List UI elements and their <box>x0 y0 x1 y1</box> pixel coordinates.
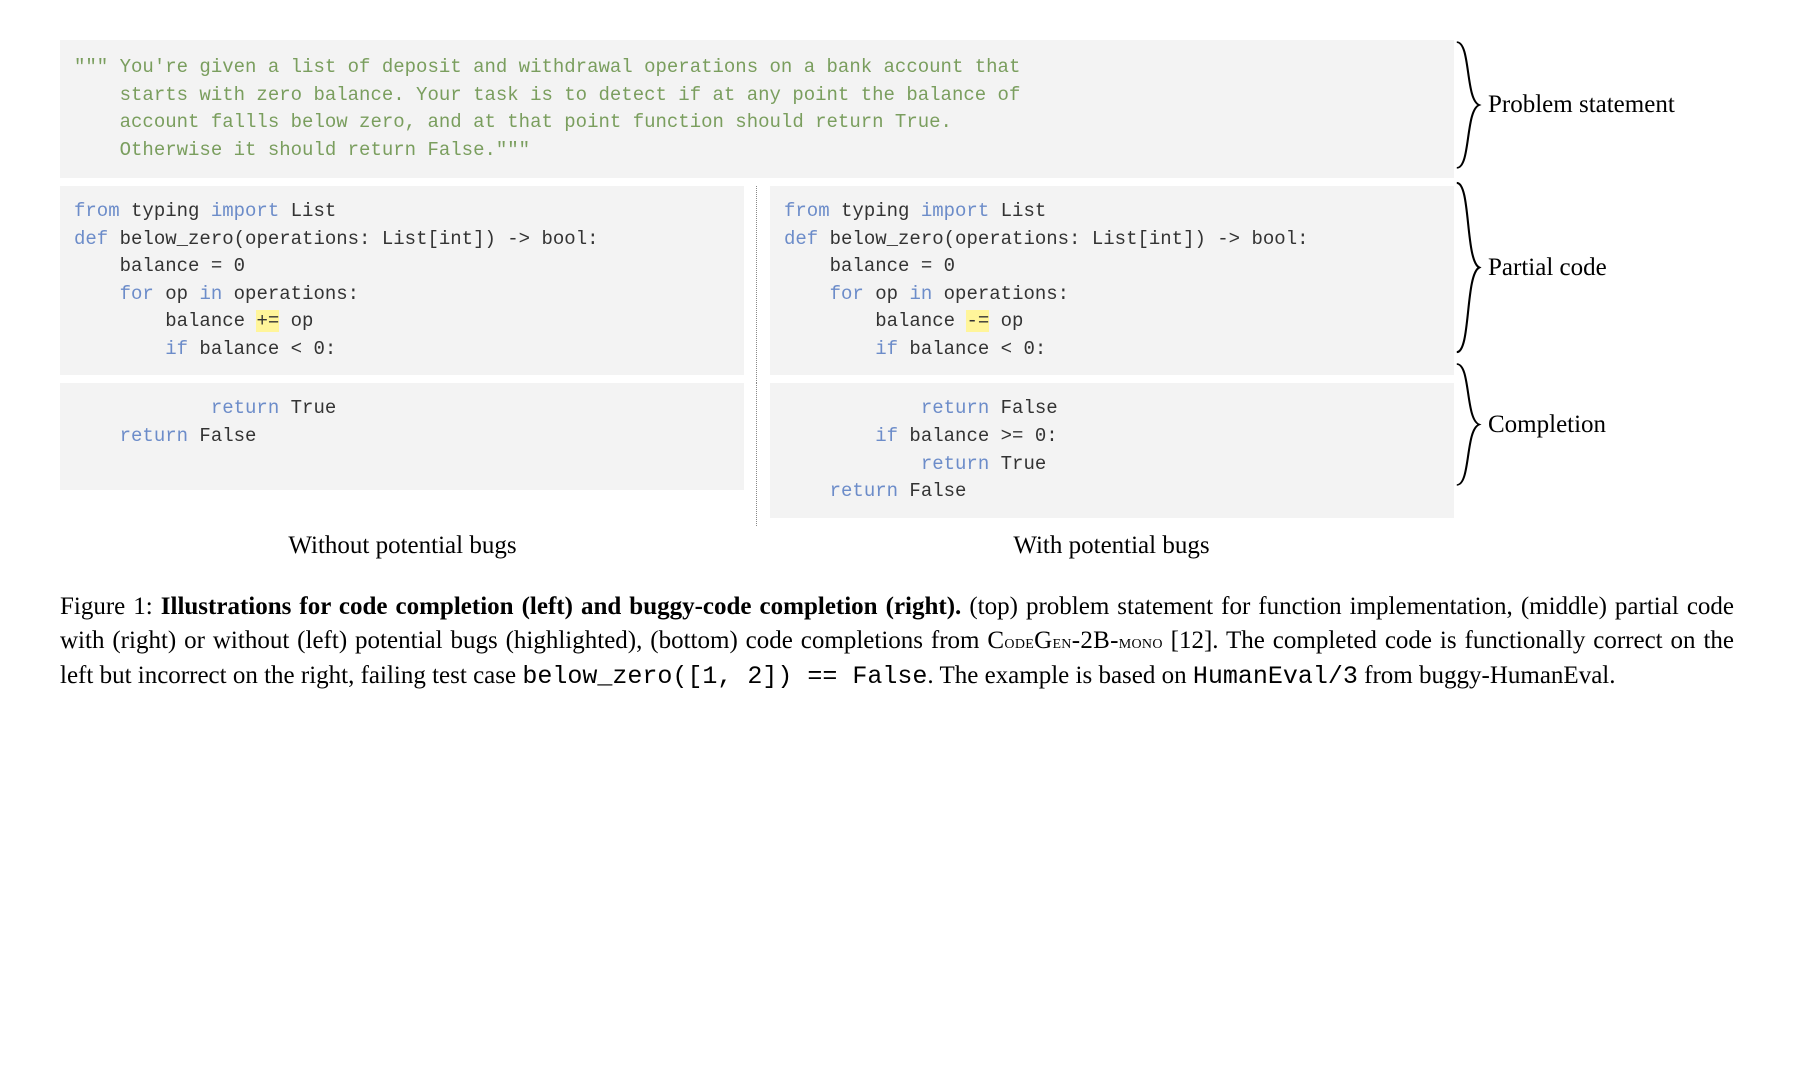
completion-left: return True return False <box>60 383 744 525</box>
right-caption: With potential bugs <box>769 532 1454 560</box>
completion-row: return True return False return False if… <box>60 383 1454 525</box>
code-block: from typing import List def below_zero(o… <box>60 186 744 375</box>
brace-label-completion: Completion <box>1488 411 1606 439</box>
test-case-code: below_zero([1, 2]) == False <box>522 662 927 691</box>
docstring-line: account fallls below zero, and at that p… <box>74 111 952 133</box>
docstring-line: """ You're given a list of deposit and w… <box>74 56 1020 78</box>
vertical-divider <box>756 383 758 525</box>
problem-statement-block: """ You're given a list of deposit and w… <box>60 40 1454 178</box>
brace-label-partial: Partial code <box>1488 254 1607 282</box>
figure-caption: Figure 1: Illustrations for code complet… <box>60 590 1734 695</box>
completion-right: return False if balance >= 0: return Tru… <box>770 383 1454 525</box>
code-block: from typing import List def below_zero(o… <box>770 186 1454 375</box>
brace-label-problem: Problem statement <box>1488 91 1675 119</box>
docstring-line: Otherwise it should return False.""" <box>74 139 530 161</box>
code-block: return False if balance >= 0: return Tru… <box>770 383 1454 517</box>
partial-code-right: from typing import List def below_zero(o… <box>770 186 1454 383</box>
code-area: """ You're given a list of deposit and w… <box>60 40 1734 560</box>
brace-completion: Completion <box>1454 362 1606 487</box>
brace-icon <box>1454 180 1482 355</box>
brace-icon <box>1454 362 1482 487</box>
brace-column: Problem statement Partial code Completio… <box>1454 40 1734 560</box>
brace-partial: Partial code <box>1454 180 1607 355</box>
vertical-divider <box>756 186 758 383</box>
brace-problem: Problem statement <box>1454 40 1675 170</box>
highlight-correct-op: += <box>256 310 279 332</box>
left-caption: Without potential bugs <box>60 532 745 560</box>
code-column: """ You're given a list of deposit and w… <box>60 40 1454 560</box>
partial-code-left: from typing import List def below_zero(o… <box>60 186 744 383</box>
model-name: CodeGen-2B-mono <box>987 627 1162 654</box>
dataset-ref: HumanEval/3 <box>1193 662 1358 691</box>
highlight-buggy-op: -= <box>966 310 989 332</box>
column-captions: Without potential bugs With potential bu… <box>60 532 1454 560</box>
docstring-line: starts with zero balance. Your task is t… <box>74 84 1020 106</box>
brace-icon <box>1454 40 1482 170</box>
figure-1: """ You're given a list of deposit and w… <box>60 40 1734 694</box>
code-block: return True return False <box>60 383 744 490</box>
figure-number: Figure 1: <box>60 593 161 620</box>
figure-title: Illustrations for code completion (left)… <box>161 593 962 620</box>
partial-code-row: from typing import List def below_zero(o… <box>60 186 1454 383</box>
